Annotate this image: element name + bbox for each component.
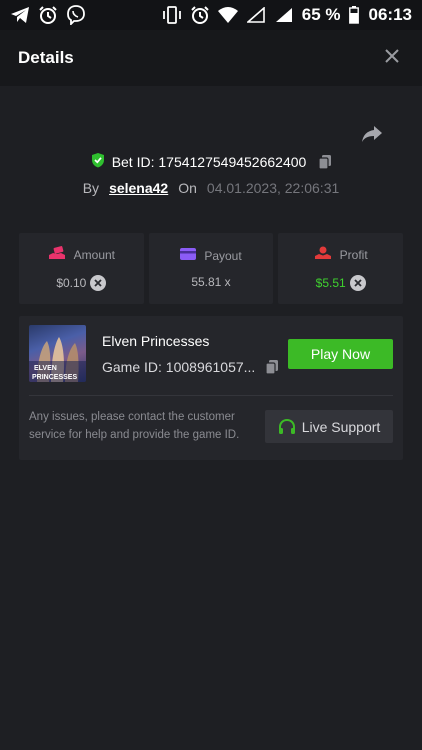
status-bar-left (10, 5, 86, 25)
signal-icon (274, 5, 294, 25)
shield-check-icon (90, 152, 106, 171)
copy-icon (265, 360, 279, 375)
stat-profit-label: Profit (339, 247, 368, 262)
status-bar-right: 65 % 06:13 (162, 5, 412, 25)
stat-profit-value: $5.51 (315, 276, 346, 290)
headset-icon (278, 418, 296, 436)
bet-stats: Amount $0.10 Payout 55.81 x Profit $5.51 (19, 233, 404, 304)
close-button[interactable] (380, 46, 404, 70)
copy-game-id-button[interactable] (265, 359, 279, 375)
page-title: Details (18, 48, 74, 67)
stat-profit: Profit $5.51 (278, 233, 404, 304)
bet-date: 04.01.2023, 22:06:31 (206, 180, 340, 196)
alarm-icon (190, 5, 210, 25)
share-button[interactable] (360, 124, 384, 148)
game-thumbnail[interactable]: ELVEN PRINCESSES (29, 325, 86, 382)
thumb-title-1: ELVEN (34, 365, 57, 372)
wifi-icon (217, 5, 238, 25)
stat-amount-label: Amount (73, 247, 116, 262)
profit-hand-icon (314, 246, 332, 263)
telegram-icon (10, 5, 30, 25)
battery-percent: 65 % (301, 5, 341, 24)
currency-x-icon (349, 275, 366, 291)
stat-payout-label: Payout (204, 248, 242, 263)
username-link[interactable]: selena42 (109, 180, 168, 196)
clock: 06:13 (368, 5, 412, 24)
live-support-button[interactable]: Live Support (265, 410, 393, 443)
battery-icon (348, 5, 359, 25)
stat-payout: Payout 55.81 x (148, 233, 274, 304)
live-support-label: Live Support (301, 418, 381, 435)
share-icon (361, 125, 383, 148)
game-id-row: Game ID: 1008961057... (102, 359, 279, 375)
bet-byline: By selena42 On 04.01.2023, 22:06:31 (0, 180, 422, 196)
copy-bet-id-button[interactable] (318, 154, 332, 170)
currency-x-icon (90, 275, 107, 291)
by-label: By (82, 180, 100, 196)
vibrate-icon (162, 5, 182, 25)
play-now-button[interactable]: Play Now (288, 339, 393, 369)
alarm-icon (38, 5, 58, 25)
bet-id-row: Bet ID: 1754127549452662400 (0, 152, 422, 171)
copy-icon (318, 154, 332, 170)
stat-amount: Amount $0.10 (19, 233, 144, 304)
viber-icon (66, 5, 86, 25)
card-icon (180, 248, 197, 263)
status-bar: 65 % 06:13 (0, 0, 422, 30)
divider (29, 395, 393, 396)
thumb-title-2: PRINCESSES (32, 374, 77, 381)
stat-payout-value: 55.81 x (191, 275, 231, 289)
game-id: Game ID: 1008961057... (102, 359, 256, 375)
money-hand-icon (48, 246, 66, 263)
details-header: Details (0, 30, 422, 86)
signal-empty-icon (246, 5, 266, 25)
on-label: On (178, 180, 197, 196)
stat-amount-value: $0.10 (56, 276, 87, 290)
game-card: ELVEN PRINCESSES Elven Princesses Game I… (19, 316, 403, 460)
support-message: Any issues, please contact the customer … (29, 411, 240, 441)
close-icon (385, 48, 399, 68)
bet-id: Bet ID: 1754127549452662400 (111, 153, 307, 170)
game-title: Elven Princesses (102, 333, 210, 349)
